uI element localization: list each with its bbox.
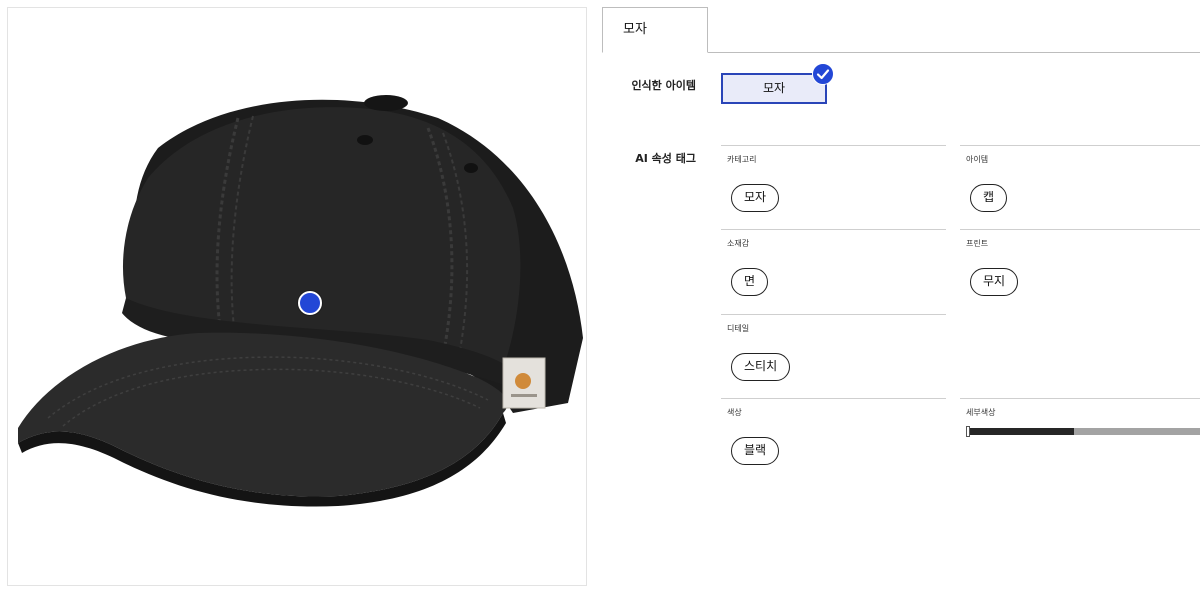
tag-pill-detail[interactable]: 스티치 [731,353,791,381]
tag-pill-category[interactable]: 모자 [731,184,780,212]
tag-pill-item[interactable]: 캡 [970,184,1008,212]
tag-group-title: 카테고리 [727,155,757,164]
tag-group-detail: 디테일 스티치 [721,314,946,398]
tag-pill-material[interactable]: 면 [731,268,769,296]
recognized-item-chip[interactable]: 모자 [721,73,827,104]
sub-color-segment [1073,428,1200,435]
product-image-panel [7,7,587,586]
tag-group-title: 세부색상 [966,408,996,417]
tag-group-color: 색상 블랙 [721,398,946,482]
tag-pill-print[interactable]: 무지 [970,268,1019,296]
cap-product-image [18,95,583,507]
sub-color-bar [970,428,1200,435]
tag-group-title: 디테일 [727,324,750,333]
tag-group-print: 프린트 무지 [960,229,1200,314]
sub-color-segment [970,428,1074,435]
tag-group-category: 카테고리 모자 [721,145,946,229]
tab-hat[interactable]: 모자 [602,7,708,53]
tag-group-title: 소재감 [727,239,750,248]
tag-pill-color[interactable]: 블랙 [731,437,780,465]
sub-color-slider-handle[interactable] [966,426,970,437]
tab-bar: 모자 [602,7,1200,53]
tag-group-sub-color: 세부색상 [960,398,1200,482]
hotspot-marker[interactable] [298,291,322,315]
tag-group-item: 아이템 캡 [960,145,1200,229]
tag-group-title: 프린트 [966,239,989,248]
tag-group-material: 소재감 면 [721,229,946,314]
ai-tags-label: AI 속성 태그 [635,152,696,165]
tag-group-title: 아이템 [966,155,989,164]
recognized-items-label: 인식한 아이템 [631,79,696,92]
check-icon [812,63,834,85]
tag-group-title: 색상 [727,408,742,417]
